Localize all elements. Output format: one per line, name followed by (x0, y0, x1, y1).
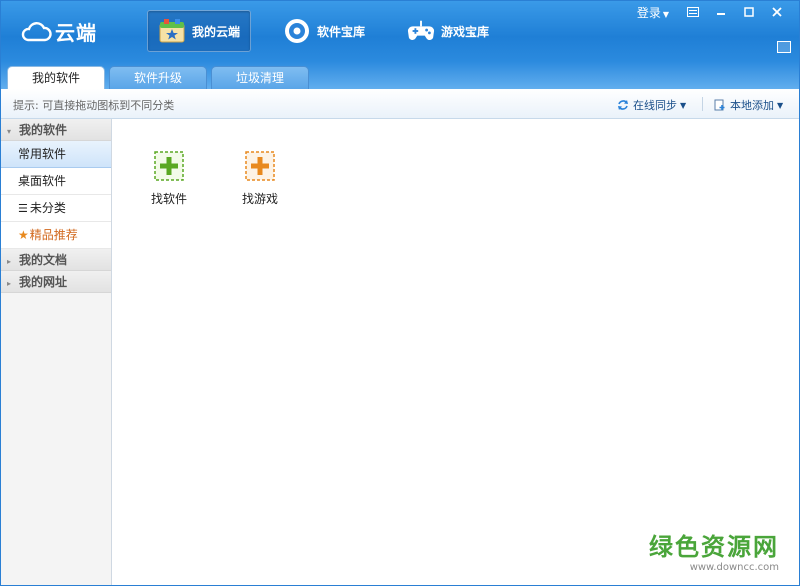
nav-label: 游戏宝库 (441, 24, 490, 39)
tile-label: 找游戏 (241, 192, 278, 206)
header: 云端 我的云端 软件宝库 游戏宝库 登录 ▼ (1, 1, 799, 61)
watermark-main: 绿色资源网 (649, 533, 779, 561)
minimize-icon (717, 13, 725, 15)
sidebar-group-my-websites[interactable]: ▸ 我的网址 (1, 271, 111, 293)
chevron-down-icon: ▼ (777, 100, 784, 110)
menu-icon (687, 7, 699, 17)
sidebar-item-featured[interactable]: ★精品推荐 (1, 222, 111, 249)
sidebar-item-desktop-software[interactable]: 桌面软件 (1, 168, 111, 195)
online-sync-label: 在线同步 (633, 99, 677, 112)
cloud-box-icon (158, 17, 186, 45)
login-label: 登录 (636, 5, 661, 20)
close-icon (772, 7, 782, 17)
sidebar-group-my-documents[interactable]: ▸ 我的文档 (1, 249, 111, 271)
hint-bar: 提示: 可直接拖动图标到不同分类 在线同步 ▼ 本地添加 ▼ (1, 89, 799, 119)
main-nav: 我的云端 软件宝库 游戏宝库 (147, 10, 521, 52)
chevron-down-icon: ▼ (662, 9, 669, 19)
sidebar-item-uncategorized[interactable]: ☰ 未分类 (1, 195, 111, 222)
nav-my-cloud[interactable]: 我的云端 (147, 10, 252, 52)
sync-icon (618, 100, 628, 110)
find-software-tile[interactable]: 找软件 (139, 151, 199, 207)
tile-label: 找软件 (150, 192, 187, 206)
gamepad-icon (407, 17, 435, 45)
hint-text: 提示: 可直接拖动图标到不同分类 (13, 99, 175, 112)
nav-game-library[interactable]: 游戏宝库 (397, 10, 499, 52)
login-button[interactable]: 登录 ▼ (637, 4, 669, 21)
find-game-tile[interactable]: 找游戏 (230, 151, 290, 207)
chevron-down-icon: ▾ (7, 127, 12, 136)
add-file-icon (714, 99, 725, 111)
maximize-icon (744, 7, 754, 17)
app-logo: 云端 (19, 17, 97, 46)
sidebar-item-label: 精品推荐 (29, 228, 78, 242)
close-button[interactable] (763, 3, 791, 21)
window-controls: 登录 ▼ (637, 3, 791, 21)
sidebar-group-my-software[interactable]: ▾ 我的软件 (1, 119, 111, 141)
maximize-button[interactable] (735, 3, 763, 21)
local-add-label: 本地添加 (730, 99, 774, 112)
sidebar-item-common-software[interactable]: 常用软件 (1, 141, 111, 168)
watermark-url: www.downcc.com (689, 562, 779, 573)
watermark: 绿色资源网 www.downcc.com (649, 527, 779, 573)
sidebar-group-label: 我的网址 (19, 275, 68, 289)
nav-software-library[interactable]: 软件宝库 (273, 10, 375, 52)
list-icon: ☰ (18, 202, 28, 215)
menu-button[interactable] (679, 3, 707, 21)
nav-label: 我的云端 (192, 24, 241, 39)
sidebar: ▾ 我的软件 常用软件 桌面软件 ☰ 未分类 ★精品推荐 ▸ 我的文档 ▸ 我的网址 (1, 119, 112, 585)
add-game-icon (245, 151, 275, 181)
disc-icon (283, 17, 311, 45)
add-software-icon (154, 151, 184, 181)
star-icon: ★ (18, 228, 29, 242)
tab-junk-cleanup[interactable]: 垃圾清理 (211, 66, 309, 89)
sidebar-group-label: 我的文档 (19, 253, 68, 267)
sidebar-item-label: 未分类 (29, 201, 66, 215)
content-area: 找软件 找游戏 绿色资源网 www.downcc.com (113, 119, 799, 585)
tab-my-software[interactable]: 我的软件 (7, 66, 105, 89)
skin-button[interactable] (777, 41, 791, 53)
tab-software-upgrade[interactable]: 软件升级 (109, 66, 207, 89)
tab-bar: 我的软件 软件升级 垃圾清理 (1, 61, 799, 89)
divider (702, 97, 703, 111)
local-add-button[interactable]: 本地添加 ▼ (714, 97, 783, 113)
minimize-button[interactable] (707, 3, 735, 21)
logo-text: 云端 (55, 21, 97, 45)
sidebar-group-label: 我的软件 (19, 123, 68, 137)
chevron-down-icon: ▼ (680, 100, 687, 110)
chevron-right-icon: ▸ (7, 279, 12, 288)
cloud-icon (21, 21, 52, 41)
online-sync-button[interactable]: 在线同步 ▼ (617, 97, 686, 113)
chevron-right-icon: ▸ (7, 257, 12, 266)
app-window: 云端 我的云端 软件宝库 游戏宝库 登录 ▼ 我的软件 软件升级 垃圾清理 提示… (0, 0, 800, 586)
nav-label: 软件宝库 (317, 24, 366, 39)
